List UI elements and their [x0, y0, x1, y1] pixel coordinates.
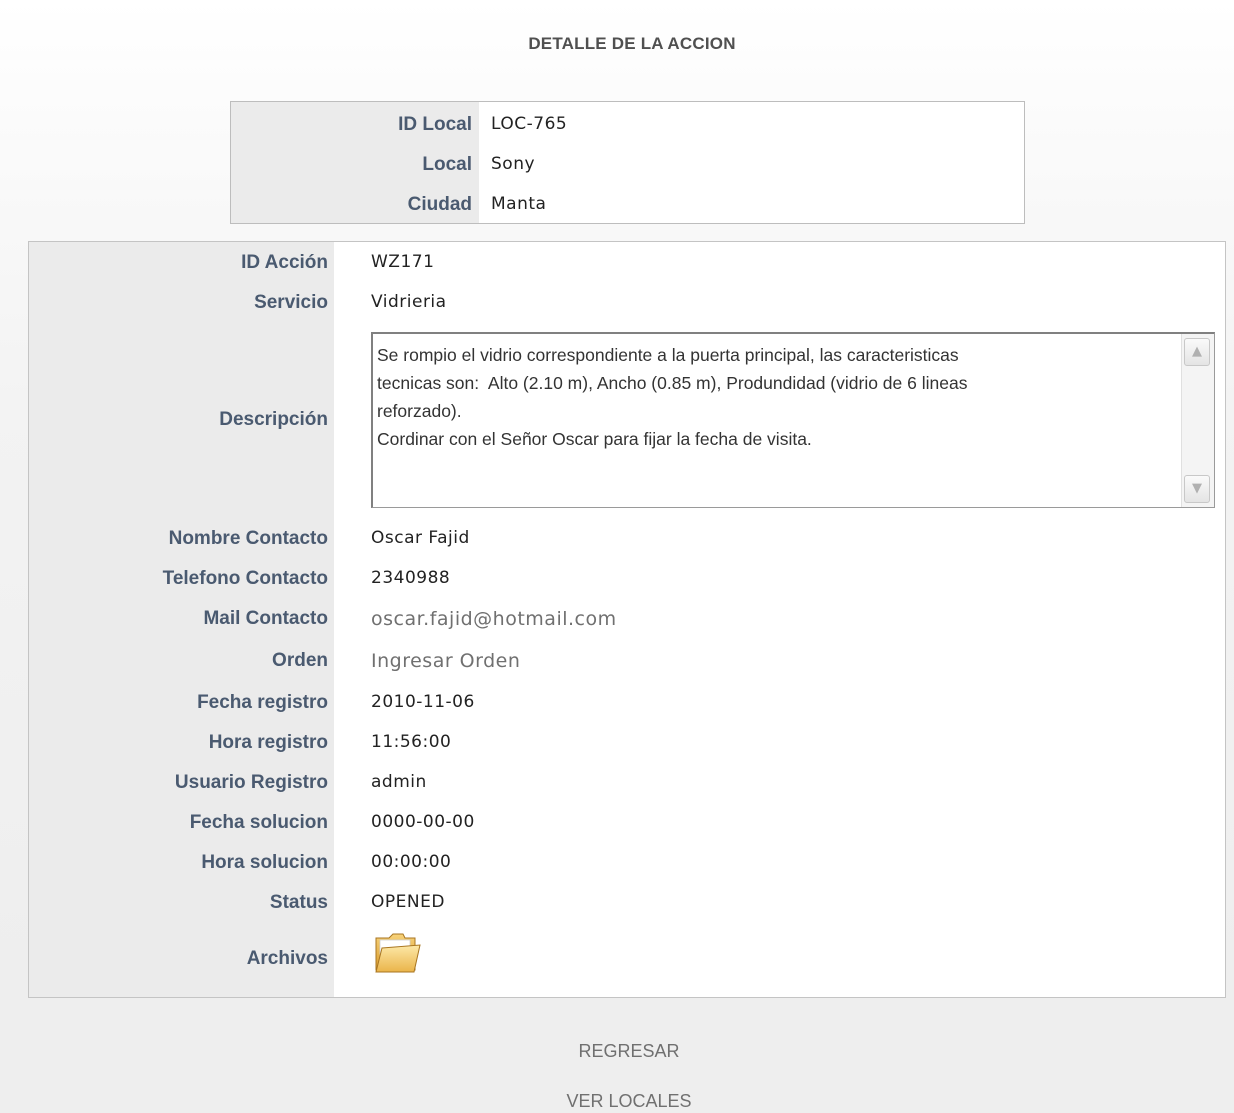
local-value: Sony [491, 154, 536, 174]
mail-contacto-label: Mail Contacto [203, 608, 328, 629]
nombre-contacto-label: Nombre Contacto [168, 528, 328, 549]
regresar-link[interactable]: REGRESAR [0, 1041, 1234, 1062]
folder-icon[interactable] [373, 930, 423, 976]
page-title: DETALLE DE LA ACCION [528, 34, 736, 53]
descripcion-textarea[interactable]: Se rompio el vidrio correspondiente a la… [371, 332, 1215, 508]
status-value: OPENED [371, 892, 445, 912]
id-accion-value: WZ171 [371, 252, 435, 272]
usuario-registro-label: Usuario Registro [174, 772, 328, 793]
local-label: Local [422, 154, 472, 175]
usuario-registro-value: admin [371, 772, 427, 792]
local-row-name: Local Sony [231, 144, 1024, 184]
servicio-value: Vidrieria [371, 292, 447, 312]
mail-contacto-link[interactable]: oscar.fajid@hotmail.com [371, 608, 617, 630]
id-local-label: ID Local [398, 114, 472, 135]
local-row-id: ID Local LOC-765 [231, 104, 1024, 144]
scroll-down-icon[interactable]: ▼ [1184, 475, 1210, 503]
servicio-label: Servicio [254, 292, 328, 313]
scroll-up-icon[interactable]: ▲ [1184, 338, 1210, 366]
action-detail-panel: ID Acción WZ171 Servicio Vidrieria Descr… [28, 241, 1226, 998]
ingresar-orden-link[interactable]: Ingresar Orden [371, 650, 520, 672]
fecha-registro-value: 2010-11-06 [371, 692, 475, 712]
textarea-scrollbar[interactable]: ▲ ▼ [1181, 334, 1214, 507]
archivos-label: Archivos [246, 948, 328, 969]
local-info-panel: ID Local LOC-765 Local Sony Ciudad Manta [230, 101, 1025, 224]
descripcion-label: Descripción [219, 409, 328, 430]
status-label: Status [269, 892, 328, 913]
telefono-contacto-label: Telefono Contacto [162, 568, 328, 589]
fecha-registro-label: Fecha registro [197, 692, 328, 713]
id-accion-label: ID Acción [241, 252, 328, 273]
page: DETALLE DE LA ACCION ID Local LOC-765 Lo… [0, 0, 1234, 1113]
telefono-contacto-value: 2340988 [371, 568, 451, 588]
fecha-solucion-label: Fecha solucion [189, 812, 328, 833]
ciudad-value: Manta [491, 194, 547, 214]
hora-solucion-label: Hora solucion [201, 852, 328, 873]
nombre-contacto-value: Oscar Fajid [371, 528, 470, 548]
ciudad-label: Ciudad [407, 194, 472, 215]
id-local-value: LOC-765 [491, 114, 568, 134]
fecha-solucion-value: 0000-00-00 [371, 812, 475, 832]
descripcion-text: Se rompio el vidrio correspondiente a la… [377, 345, 968, 449]
local-row-city: Ciudad Manta [231, 184, 1024, 224]
orden-label: Orden [272, 650, 328, 671]
hora-registro-label: Hora registro [208, 732, 328, 753]
ver-locales-link[interactable]: VER LOCALES [0, 1091, 1234, 1112]
hora-registro-value: 11:56:00 [371, 732, 452, 752]
hora-solucion-value: 00:00:00 [371, 852, 452, 872]
